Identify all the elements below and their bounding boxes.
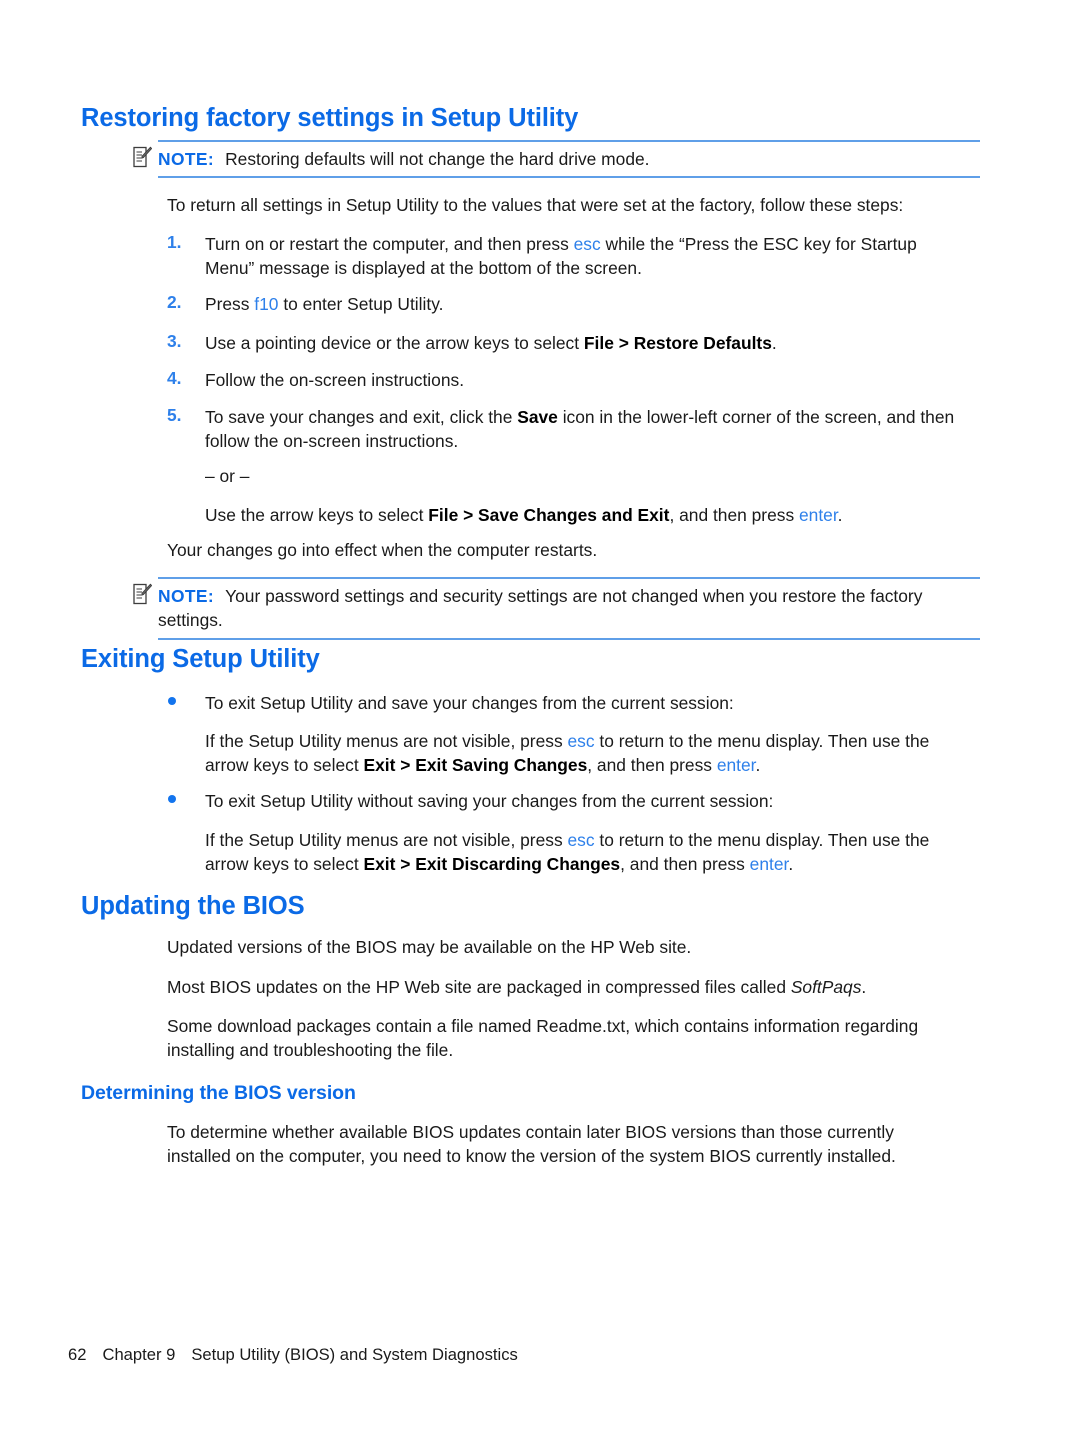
alt-step-text: Use the arrow keys to select File > Save… [205, 505, 843, 525]
exit-bullet-detail-2: If the Setup Utility menus are not visib… [205, 830, 930, 875]
note-block-2: NOTE: Your password settings and security… [158, 577, 980, 640]
note-pencil-icon [133, 583, 152, 605]
note-text: NOTE: Your password settings and security… [158, 577, 980, 640]
page-number: 62 [68, 1345, 87, 1364]
exit-bullet-lead-2: To exit Setup Utility without saving you… [205, 791, 774, 811]
closing-paragraph: Your changes go into effect when the com… [167, 540, 598, 560]
section-heading-updating: Updating the BIOS [81, 892, 305, 920]
exit-bullet-detail-1: If the Setup Utility menus are not visib… [205, 731, 930, 776]
step-text-2: Press f10 to enter Setup Utility. [205, 294, 444, 314]
page-footer: 62 Chapter 9 Setup Utility (BIOS) and Syst… [68, 1345, 518, 1365]
intro-paragraph: To return all settings in Setup Utility … [167, 195, 904, 215]
note-pencil-icon [133, 146, 152, 168]
step-marker-2: 2. [167, 292, 182, 312]
note-body-text: Your password settings and security sett… [158, 586, 923, 631]
footer-chapter: Chapter 9 [102, 1345, 176, 1364]
step-text-3: Use a pointing device or the arrow keys … [205, 333, 777, 353]
updating-paragraph-3: Some download packages contain a file na… [167, 1016, 919, 1061]
step-text-4: Follow the on-screen instructions. [205, 370, 465, 390]
or-divider: – or – [205, 466, 250, 486]
section-heading-exiting: Exiting Setup Utility [81, 645, 320, 673]
step-marker-4: 4. [167, 368, 182, 388]
step-marker-3: 3. [167, 331, 182, 351]
note-label: NOTE: [158, 586, 215, 606]
step-marker-1: 1. [167, 232, 182, 252]
exit-bullet-lead-1: To exit Setup Utility and save your chan… [205, 693, 734, 713]
note-body-text: Restoring defaults will not change the h… [225, 149, 650, 169]
bios-version-paragraph: To determine whether available BIOS upda… [167, 1122, 896, 1167]
note-text: NOTE: Restoring defaults will not change … [158, 140, 980, 178]
subsection-heading-bios-version: Determining the BIOS version [81, 1082, 356, 1104]
updating-paragraph-2: Most BIOS updates on the HP Web site are… [167, 977, 867, 997]
note-label: NOTE: [158, 149, 215, 169]
step-text-1: Turn on or restart the computer, and the… [205, 234, 917, 279]
footer-chapter-title: Setup Utility (BIOS) and System Diagnost… [191, 1345, 518, 1364]
step-text-5: To save your changes and exit, click the… [205, 407, 955, 452]
note-block-1: NOTE: Restoring defaults will not change … [158, 140, 980, 179]
bullet-marker [168, 795, 176, 803]
updating-paragraph-1: Updated versions of the BIOS may be avai… [167, 937, 692, 957]
bullet-marker [168, 697, 176, 705]
document-page: Restoring factory settings in Setup Util… [0, 0, 1080, 1437]
step-marker-5: 5. [167, 405, 182, 425]
page-title: Restoring factory settings in Setup Util… [81, 104, 579, 132]
